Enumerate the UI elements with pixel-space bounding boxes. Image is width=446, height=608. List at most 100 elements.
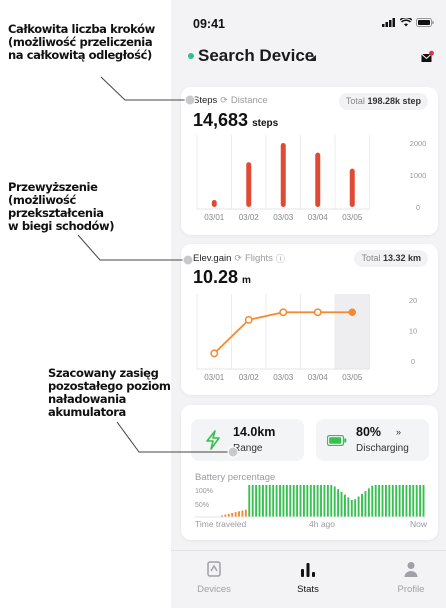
data-point xyxy=(313,308,322,317)
x-tick-label: 03/03 xyxy=(273,213,294,222)
battery-bar xyxy=(296,485,299,517)
battery-bar xyxy=(347,497,350,517)
battery-bar xyxy=(408,485,411,517)
battery-bar xyxy=(303,485,305,517)
battery-bar xyxy=(364,491,367,517)
battery-bar xyxy=(381,485,384,517)
battery-bar xyxy=(272,485,275,517)
steps-card: Steps ⟳ Distance Total 198.28k step 14,6… xyxy=(181,87,438,235)
battery-bar xyxy=(258,485,261,517)
bar xyxy=(349,168,355,207)
y-tick-label: 0 xyxy=(411,357,415,366)
battery-bar xyxy=(357,496,360,517)
connection-dot xyxy=(188,53,194,59)
x-tick-label: 03/02 xyxy=(239,373,260,382)
battery-bar xyxy=(299,485,302,517)
battery-bar xyxy=(326,485,329,517)
battery-bar xyxy=(313,485,316,517)
page-title[interactable]: Search Device xyxy=(198,46,314,66)
battery-bar xyxy=(282,485,285,517)
battery-bar xyxy=(255,485,258,517)
battery-bar xyxy=(248,485,251,517)
battery-bar xyxy=(350,500,353,517)
battery-status-icon xyxy=(416,18,434,27)
phone-screen: 09:41 Search Device Steps ⟳ Distance Tot… xyxy=(171,0,446,608)
data-point xyxy=(279,308,288,317)
battery-bar xyxy=(323,485,326,517)
y-tick-label: 20 xyxy=(409,296,417,305)
bar xyxy=(315,152,321,207)
steps-annotation: Całkowita liczba kroków (możliwość przel… xyxy=(8,22,155,62)
battery-bar xyxy=(371,485,374,517)
time-traveled-label: Time traveled xyxy=(195,519,247,529)
battery-bar xyxy=(415,485,418,517)
y-tick-label: 2000 xyxy=(410,139,427,148)
tab-devices[interactable]: Devices xyxy=(179,559,249,595)
status-bar: 09:41 xyxy=(171,0,446,40)
data-point xyxy=(244,315,253,324)
tab-bar: Devices Stats Profile xyxy=(171,550,446,608)
mail-icon[interactable] xyxy=(421,50,434,64)
battery-bar xyxy=(422,485,425,517)
elevation-annotation: Przewyższenie (możliwość przekształcenia… xyxy=(8,180,115,233)
battery-bar xyxy=(337,489,340,517)
selected-column-highlight xyxy=(335,294,370,369)
battery-bar xyxy=(279,485,281,517)
x-tick-label: 03/04 xyxy=(308,373,329,382)
steps-bar-chart: 03/01 03/02 03/03 03/04 03/05 0 1000 2000 xyxy=(196,135,427,222)
tab-profile[interactable]: Profile xyxy=(376,559,446,595)
battery-bar xyxy=(367,488,370,517)
battery-bar xyxy=(395,485,398,517)
battery-bar xyxy=(412,485,415,517)
y-tick-label: 10 xyxy=(409,327,417,336)
stats-icon xyxy=(301,563,315,577)
x-tick-label: 03/02 xyxy=(239,213,260,222)
tab-stats[interactable]: Stats xyxy=(273,559,343,595)
battery-bar xyxy=(378,485,381,517)
elevation-card: Elev.gain ⟳ Flights ⓘ Total 13.32 km 10.… xyxy=(181,244,438,395)
elevation-line-chart: 03/01 03/02 03/03 03/04 03/05 0 10 20 xyxy=(196,294,417,382)
battery-bar xyxy=(405,485,408,517)
battery-bar xyxy=(388,485,391,517)
battery-bar xyxy=(391,485,394,517)
x-tick-label: 03/05 xyxy=(342,213,363,222)
data-point xyxy=(348,308,356,317)
x-tick-label: 03/03 xyxy=(273,373,294,382)
dropdown-caret-icon[interactable] xyxy=(309,55,316,61)
battery-bar xyxy=(361,493,363,517)
battery-bar xyxy=(244,509,247,517)
battery-bar xyxy=(268,485,271,517)
time-end-label: Now xyxy=(410,519,428,529)
signal-icon xyxy=(382,18,395,27)
battery-bar xyxy=(354,499,357,517)
x-tick-label: 03/01 xyxy=(204,213,225,222)
battery-bar xyxy=(285,485,288,517)
battery-bar xyxy=(265,485,268,517)
battery-bar xyxy=(385,485,387,517)
battery-bar xyxy=(320,485,322,517)
status-time: 09:41 xyxy=(193,17,225,31)
battery-bar xyxy=(262,485,264,517)
battery-bar xyxy=(340,491,343,517)
data-point xyxy=(210,349,219,358)
battery-bar xyxy=(333,486,336,517)
battery-bar xyxy=(374,485,377,517)
battery-bar xyxy=(241,510,244,517)
x-tick-label: 03/04 xyxy=(308,213,329,222)
y-tick-label: 1000 xyxy=(410,171,427,180)
battery-bar xyxy=(238,511,240,517)
header: Search Device xyxy=(171,44,446,72)
bar xyxy=(211,199,217,207)
y-tick-label: 0 xyxy=(416,203,420,212)
profile-icon xyxy=(404,562,418,577)
series-line xyxy=(213,311,353,355)
battery-bar xyxy=(231,512,234,517)
battery-bar xyxy=(234,512,237,517)
battery-bar xyxy=(402,485,404,517)
wifi-icon xyxy=(400,18,412,27)
battery-bar xyxy=(419,485,422,517)
battery-bar xyxy=(251,485,254,517)
battery-bar xyxy=(306,485,309,517)
devices-icon xyxy=(207,561,221,577)
battery-bar xyxy=(309,485,312,517)
